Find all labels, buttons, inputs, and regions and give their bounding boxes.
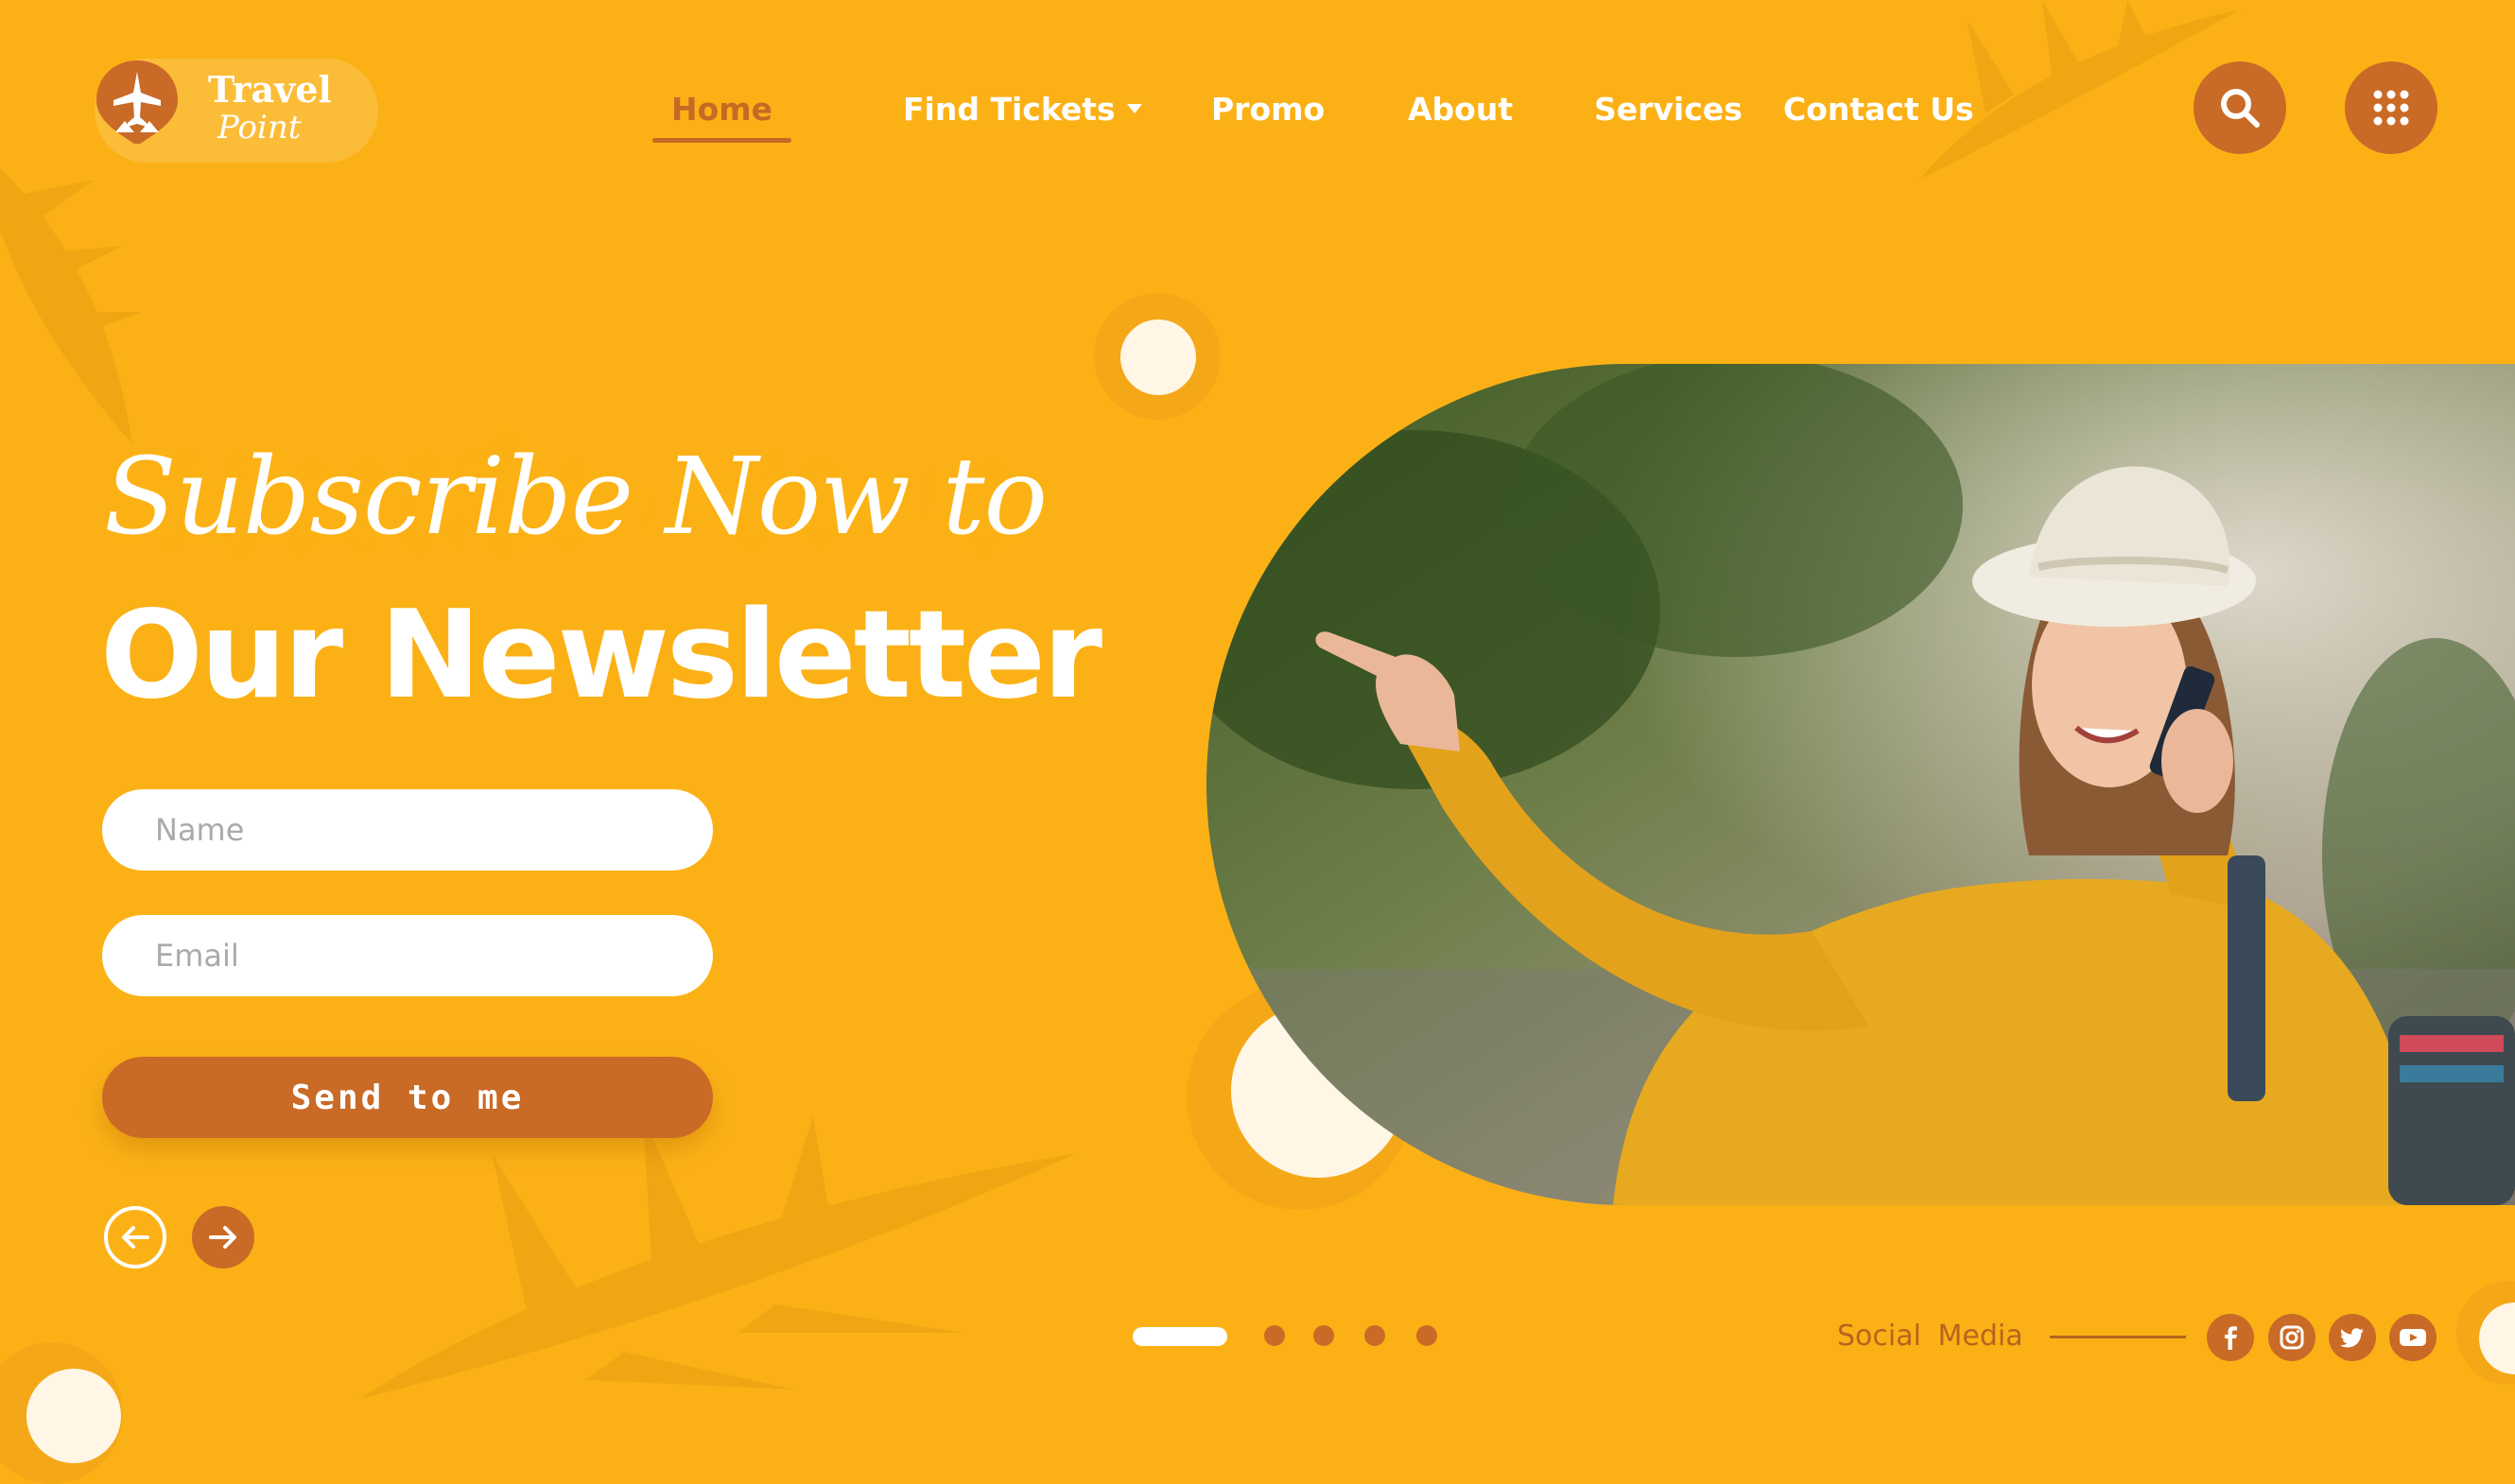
decorative-circle <box>1120 319 1196 395</box>
name-field[interactable] <box>102 789 713 871</box>
chevron-down-icon <box>1126 104 1142 113</box>
nav-about-label: About <box>1408 90 1514 128</box>
brand-logo[interactable]: Travel Point <box>95 59 378 163</box>
nav-promo[interactable]: Promo <box>1211 85 1325 132</box>
instagram-link[interactable] <box>2268 1314 2316 1361</box>
slide-indicator-4[interactable] <box>1364 1325 1385 1346</box>
top-navigation-bar: Travel Point Home Find Tickets Promo Abo… <box>0 0 2515 217</box>
nav-find-tickets-label: Find Tickets <box>903 90 1116 128</box>
logo-title: Travel <box>208 68 332 111</box>
next-slide-button[interactable] <box>192 1206 254 1268</box>
nav-home-label: Home <box>671 90 773 128</box>
hero-title: Our Newsletter <box>100 585 1102 726</box>
email-field[interactable] <box>102 915 713 996</box>
grid-menu-icon <box>2373 90 2409 126</box>
social-divider <box>2050 1336 2186 1338</box>
nav-services[interactable]: Services <box>1594 85 1743 132</box>
youtube-icon <box>2400 1329 2426 1346</box>
active-underline <box>652 138 792 143</box>
nav-home[interactable]: Home <box>652 85 792 143</box>
twitter-icon <box>2340 1328 2364 1348</box>
nav-about[interactable]: About <box>1408 85 1513 132</box>
facebook-icon <box>2225 1326 2237 1350</box>
decorative-circle <box>26 1369 121 1463</box>
slide-indicator-2[interactable] <box>1264 1325 1285 1346</box>
logo-subtitle: Point <box>217 109 302 147</box>
prev-slide-button[interactable] <box>104 1206 166 1268</box>
nav-contact-us[interactable]: Contact Us <box>1783 85 1974 132</box>
airplane-pin-icon <box>96 60 178 144</box>
search-icon <box>2221 89 2260 128</box>
facebook-link[interactable] <box>2207 1314 2254 1361</box>
nav-services-label: Services <box>1594 90 1743 128</box>
search-button[interactable] <box>2194 61 2286 154</box>
hero-script-title: Subscribe Now to <box>104 436 1048 559</box>
slide-indicator-5[interactable] <box>1416 1325 1437 1346</box>
nav-contact-us-label: Contact Us <box>1783 90 1974 128</box>
youtube-link[interactable] <box>2389 1314 2437 1361</box>
hero-photo <box>1206 364 2515 1205</box>
twitter-link[interactable] <box>2329 1314 2376 1361</box>
nav-promo-label: Promo <box>1211 90 1326 128</box>
social-media-label: Social Media <box>1837 1320 2023 1353</box>
woman-traveler-photo <box>1206 364 2515 1205</box>
send-button[interactable]: Send to me <box>102 1057 713 1138</box>
nav-find-tickets[interactable]: Find Tickets <box>903 85 1142 132</box>
arrow-right-icon <box>209 1226 236 1249</box>
arrow-left-icon <box>122 1226 149 1249</box>
instagram-icon <box>2280 1325 2304 1350</box>
palm-leaf-decoration <box>359 1115 1078 1399</box>
slide-indicator-1[interactable] <box>1133 1327 1227 1346</box>
slide-indicator-3[interactable] <box>1313 1325 1334 1346</box>
menu-button[interactable] <box>2345 61 2437 154</box>
